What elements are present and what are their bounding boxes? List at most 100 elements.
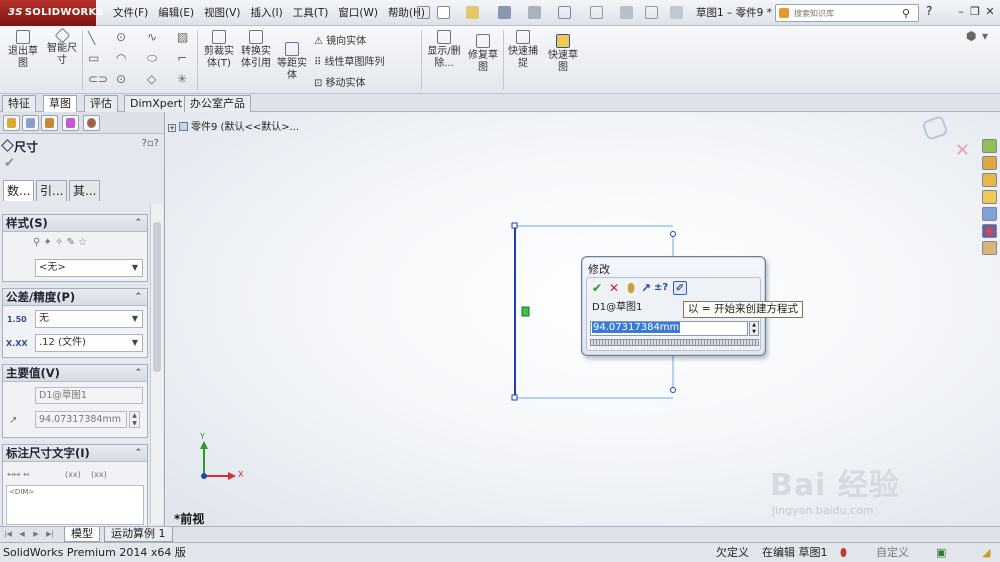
- dimension-text-area[interactable]: <DIM>: [6, 485, 144, 525]
- thumbwheel[interactable]: [590, 339, 759, 346]
- feature-manager-tab[interactable]: [3, 115, 20, 131]
- group-header[interactable]: 标注尺寸文字(I) ⌃: [3, 445, 147, 462]
- line-icon[interactable]: ╲: [88, 31, 95, 45]
- trim-entities-button[interactable]: 剪裁实体(T): [200, 30, 238, 70]
- print-icon[interactable]: [528, 6, 541, 19]
- help-icon[interactable]: ?: [926, 4, 932, 18]
- collapse-icon[interactable]: ⌃: [134, 289, 142, 305]
- solidworks-logo[interactable]: 3S SOLIDWORKS: [0, 0, 104, 26]
- search-icon[interactable]: ⚲: [902, 7, 910, 20]
- tab-leaders[interactable]: 引...: [36, 180, 68, 201]
- menu-edit[interactable]: 编辑(E): [153, 0, 199, 26]
- repair-sketch-button[interactable]: 修复草图: [466, 34, 500, 74]
- value-stepper[interactable]: ▲ ▼: [129, 411, 140, 428]
- chevron-down-icon[interactable]: ▾: [982, 29, 988, 43]
- precision-select[interactable]: .12 (文件) ▼: [35, 334, 143, 352]
- move-entities-button[interactable]: ⊡ 移动实体: [314, 74, 366, 89]
- tab-sketch[interactable]: 草图: [43, 95, 77, 112]
- tab-value[interactable]: 数...: [3, 180, 35, 201]
- inspection-button[interactable]: (xx): [91, 470, 107, 479]
- group-header[interactable]: 公差/精度(P) ⌃: [3, 289, 147, 306]
- dimxpert-manager-tab[interactable]: [62, 115, 79, 131]
- collapse-icon[interactable]: ⌃: [134, 445, 142, 461]
- menu-view[interactable]: 视图(V): [199, 0, 245, 26]
- tab-features[interactable]: 特征: [2, 95, 36, 112]
- smart-dimension-button[interactable]: 智能尺寸: [44, 27, 80, 67]
- quick-tips-icon[interactable]: ▣: [936, 543, 946, 562]
- text-position-icon[interactable]: ↤↦ ↢: [7, 470, 30, 479]
- units-custom[interactable]: 自定义: [876, 543, 909, 562]
- tab-office-products[interactable]: 办公室产品: [184, 95, 251, 112]
- display-manager-tab[interactable]: [83, 115, 100, 131]
- file-properties-icon[interactable]: [645, 6, 658, 19]
- ok-checkmark-icon[interactable]: ✔: [4, 156, 15, 171]
- tab-motion-study[interactable]: 运动算例 1: [104, 527, 173, 542]
- options-icon[interactable]: [670, 6, 683, 19]
- spline-icon[interactable]: ∿: [147, 30, 157, 44]
- slot-icon[interactable]: ⊂⊃: [88, 72, 108, 86]
- tolerance-type-select[interactable]: 无 ▼: [35, 310, 143, 328]
- group-header[interactable]: 样式(S) ⌃: [3, 215, 147, 232]
- configuration-manager-tab[interactable]: [41, 115, 58, 131]
- mirror-entities-button[interactable]: ⚠ 镜向实体: [314, 32, 366, 47]
- last-tab-arrow-icon[interactable]: ▶|: [44, 528, 56, 540]
- linear-pattern-button[interactable]: ⠿ 线性草图阵列: [314, 53, 385, 68]
- reset-spin-increment-icon[interactable]: ↗: [639, 281, 653, 295]
- tab-model[interactable]: 模型: [64, 527, 100, 542]
- fillet-icon[interactable]: ⌐: [177, 51, 187, 65]
- value-input[interactable]: 94.07317384mm: [590, 321, 748, 336]
- appearances-icon[interactable]: [982, 224, 997, 238]
- dimension-name-field[interactable]: D1@草图1: [35, 387, 143, 404]
- previous-tab-arrow-icon[interactable]: ◀: [16, 528, 28, 540]
- offset-entities-button[interactable]: 等距实体: [276, 42, 308, 82]
- point-icon[interactable]: ✳: [177, 72, 187, 86]
- tab-dimxpert[interactable]: DimXpert: [124, 95, 189, 112]
- property-manager-tab[interactable]: [22, 115, 39, 131]
- pin-icon[interactable]: [417, 6, 430, 19]
- arc-icon[interactable]: ◠: [116, 51, 126, 65]
- first-tab-arrow-icon[interactable]: |◀: [2, 528, 14, 540]
- ok-check-icon[interactable]: ✔: [590, 281, 604, 295]
- ellipse-icon[interactable]: ⬭: [147, 51, 157, 66]
- style-tools-icon[interactable]: ⚲ ✦ ✧ ✎ ☆: [33, 237, 87, 248]
- style-select[interactable]: <无> ▼: [35, 259, 143, 277]
- convert-entities-button[interactable]: 转换实体引用: [238, 30, 274, 70]
- equation-button[interactable]: ✐: [673, 281, 687, 295]
- sketch-text-icon[interactable]: ▨: [177, 30, 188, 44]
- group-header[interactable]: 主要值(V) ⌃: [3, 365, 147, 382]
- search-box[interactable]: ⚲: [775, 4, 919, 22]
- open-icon[interactable]: [466, 6, 479, 19]
- collapse-icon[interactable]: ⌃: [134, 215, 142, 231]
- select-icon[interactable]: [590, 6, 603, 19]
- tab-other[interactable]: 其...: [69, 180, 101, 201]
- vertical-scrollbar[interactable]: [150, 204, 163, 524]
- menu-tools[interactable]: 工具(T): [288, 0, 334, 26]
- polygon-icon[interactable]: ⊙: [116, 72, 126, 86]
- rapid-sketch-button[interactable]: 快速草图: [545, 34, 581, 74]
- plane-icon[interactable]: ◇: [147, 72, 156, 86]
- custom-properties-icon[interactable]: [982, 241, 997, 255]
- next-tab-arrow-icon[interactable]: ▶: [30, 528, 42, 540]
- scrollbar-thumb[interactable]: [153, 222, 161, 372]
- value-stepper[interactable]: ▲ ▼: [749, 321, 759, 336]
- folder-icon[interactable]: [982, 190, 997, 204]
- design-library-icon[interactable]: [982, 156, 997, 170]
- save-icon[interactable]: [498, 6, 511, 19]
- new-document-icon[interactable]: [437, 6, 450, 19]
- dimension-value-field[interactable]: 94.07317384mm: [35, 411, 127, 428]
- exit-sketch-button[interactable]: 退出草图: [4, 30, 42, 70]
- rebuild-icon[interactable]: [620, 6, 633, 19]
- view-palette-icon[interactable]: [982, 207, 997, 221]
- solidworks-resources-icon[interactable]: [982, 139, 997, 153]
- menu-file[interactable]: 文件(F): [108, 0, 153, 26]
- restore-button[interactable]: ❐: [967, 3, 983, 21]
- close-button[interactable]: ✕: [982, 3, 998, 21]
- display-delete-relations-button[interactable]: 显示/删除...: [426, 30, 462, 70]
- mark-for-drawing-icon[interactable]: ±?: [654, 281, 668, 295]
- quick-snaps-button[interactable]: 快速捕捉: [506, 30, 540, 70]
- menu-insert[interactable]: 插入(I): [245, 0, 287, 26]
- menu-window[interactable]: 窗口(W): [333, 0, 383, 26]
- cube-icon[interactable]: ⬢: [966, 29, 976, 43]
- tab-evaluate[interactable]: 评估: [84, 95, 118, 112]
- help-icon[interactable]: ?▫?: [142, 138, 159, 149]
